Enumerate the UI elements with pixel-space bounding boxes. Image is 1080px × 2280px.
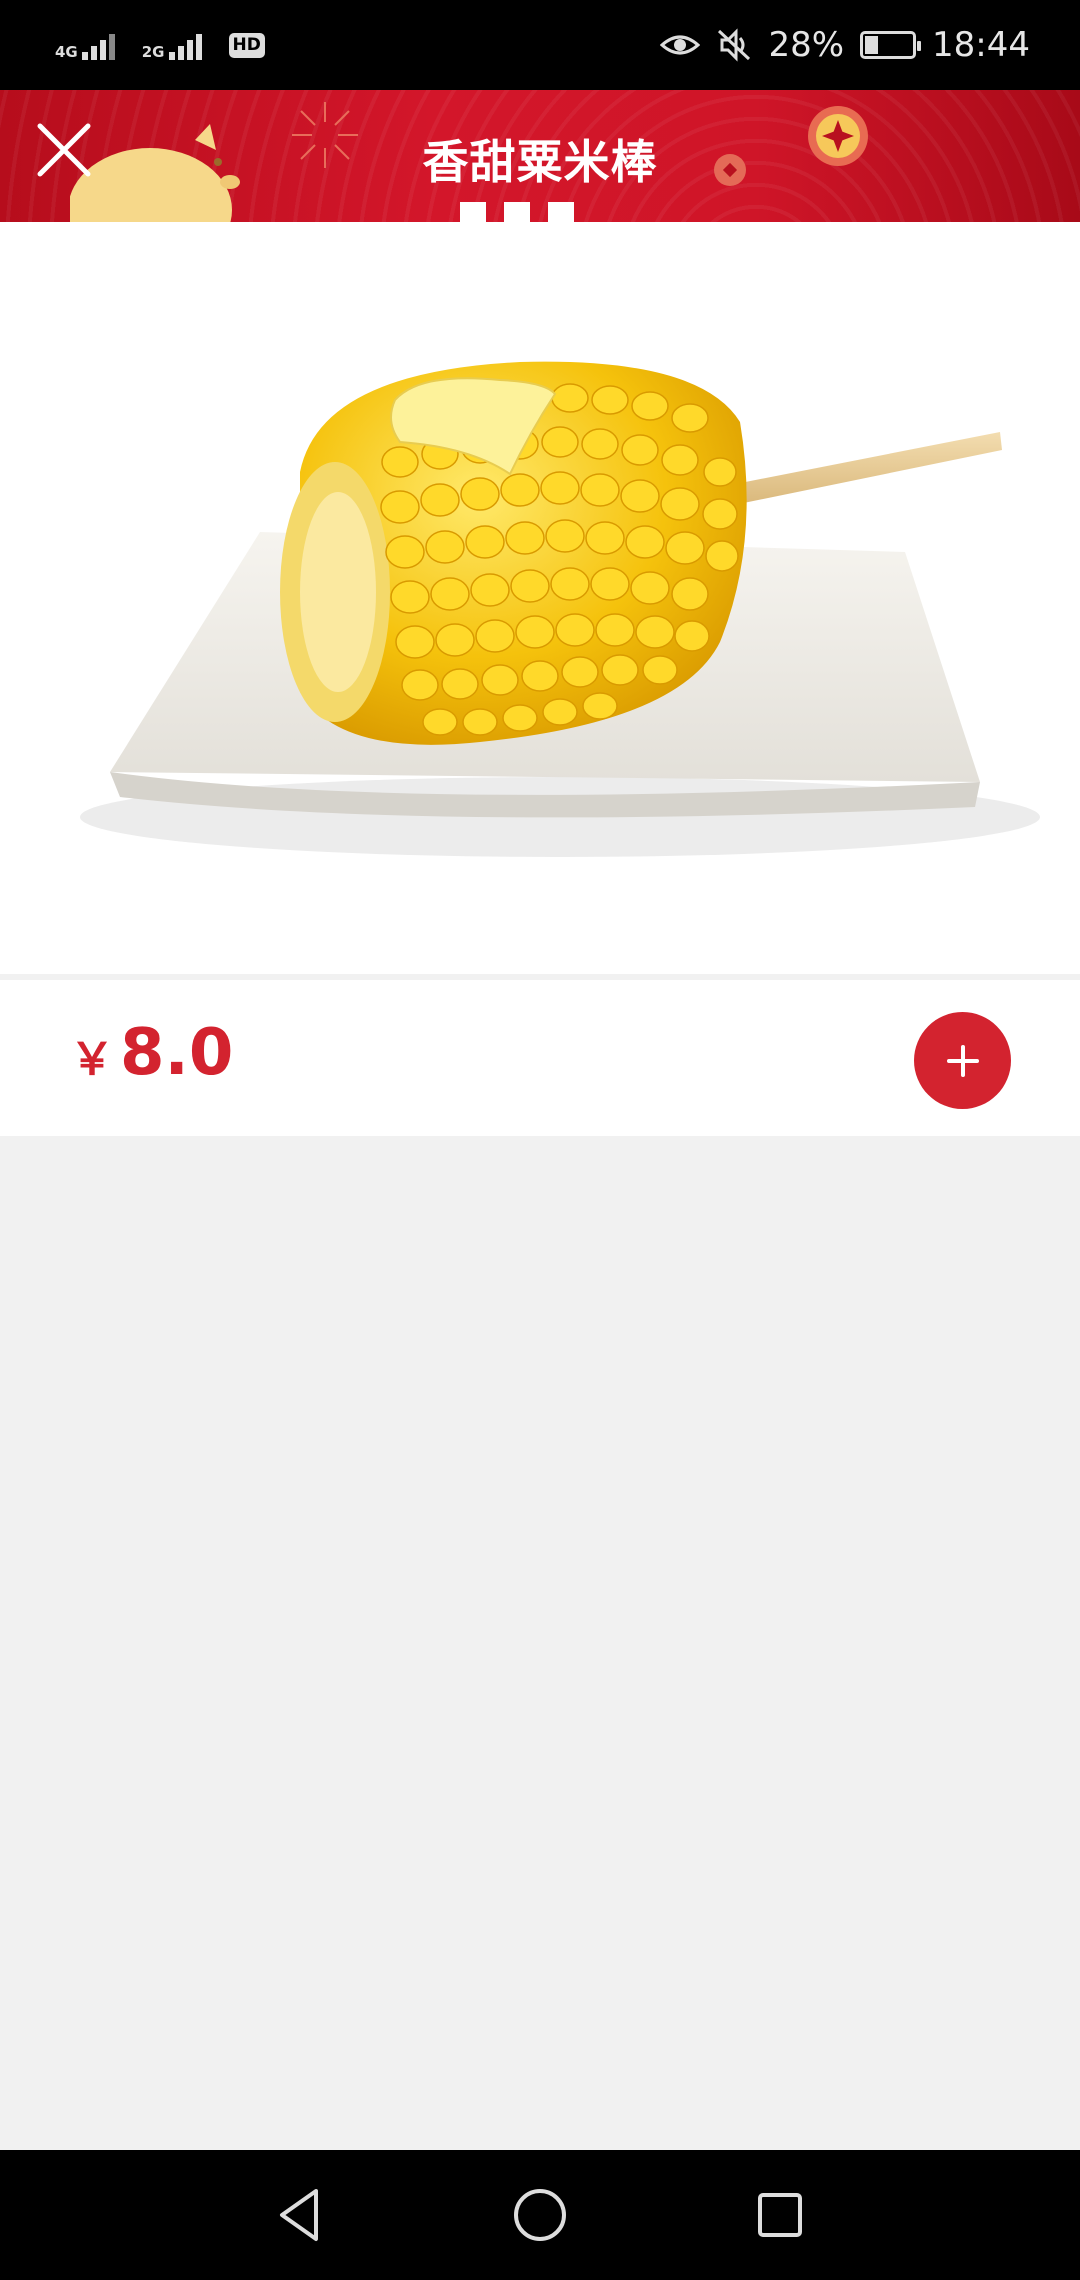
add-to-cart-button[interactable] [914,1012,1011,1109]
close-icon[interactable] [32,118,96,182]
home-icon[interactable] [510,2185,570,2245]
header-bar: 香甜粟米棒 [0,90,1080,222]
plus-icon [946,1044,979,1077]
title-decoration [460,202,574,222]
eye-comfort-icon [660,35,701,55]
back-icon[interactable] [270,2185,330,2245]
status-right: 28% 18:44 [660,25,1030,65]
signal-icon [168,34,202,60]
title-decoration-bar [460,202,486,222]
clock: 18:44 [932,25,1030,65]
price-value: 8.0 [120,1016,234,1090]
battery-level [865,36,879,54]
recents-icon[interactable] [750,2185,810,2245]
mute-icon [718,28,751,62]
product-image-panel [0,222,1080,974]
status-bar: 4G 2G HD 28% 18:44 [0,0,1080,90]
network-label-2: 2G [141,43,165,61]
currency-symbol: ￥ [70,1034,114,1085]
battery-icon [860,31,922,59]
hd-badge: HD [228,32,265,58]
signal-icon [81,34,115,60]
status-left: 4G 2G HD [55,30,265,60]
signal-4g: 4G [55,30,126,60]
system-nav-bar [0,2150,1080,2280]
signal-2g: 2G [142,30,213,60]
page-title: 香甜粟米棒 [422,135,658,189]
corn-on-cob-image [80,361,1040,857]
network-label-1: 4G [55,43,78,61]
product-price: ￥ 8.0 [70,1016,233,1090]
title-decoration-bar [504,202,530,222]
title-decoration-bar [548,202,574,222]
price-panel: ￥ 8.0 [0,980,1080,1136]
battery-percent: 28% [768,25,845,65]
